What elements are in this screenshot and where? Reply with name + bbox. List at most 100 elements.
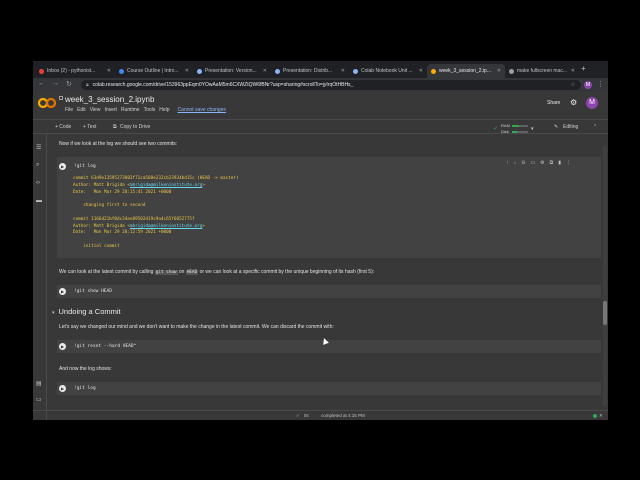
close-icon[interactable]: ✕ [419, 68, 423, 74]
menu-bar: File Edit View Insert Runtime Tools Help… [65, 107, 226, 113]
status-check-icon: ✓ [296, 413, 300, 418]
move-up-icon[interactable]: ↑ [506, 160, 509, 166]
site-icon [353, 68, 358, 74]
menu-tools[interactable]: Tools [144, 107, 156, 113]
menu-edit[interactable]: Edit [77, 107, 86, 113]
notebook-content: Now if we look at the log we should see … [47, 134, 608, 410]
site-icon [509, 68, 514, 74]
add-code-button[interactable]: + Code [55, 124, 71, 130]
url-field[interactable]: 🔒︎ colab.research.google.com/drive/15396… [81, 80, 581, 90]
close-icon[interactable]: ✕ [571, 68, 575, 74]
tab-presentation-distrib[interactable]: Presentation: Distrib... ✕ [271, 64, 349, 78]
copy-to-drive-button[interactable]: Copy to Drive [120, 124, 150, 130]
site-icon [275, 68, 280, 74]
connected-check-icon: ✓ [493, 126, 499, 132]
run-cell-icon[interactable]: ▶ [59, 288, 66, 295]
browser-menu-icon[interactable]: ⋮ [597, 80, 604, 88]
code-cell-git-reset[interactable]: ▶ !git reset --hard HEAD^ [57, 340, 601, 353]
editing-mode[interactable]: Editing [563, 124, 578, 130]
cell-code: !git log [74, 164, 96, 169]
address-bar-row: ← → ↻ 🔒︎ colab.research.google.com/drive… [33, 78, 608, 92]
drive-copy-icon: ⧉ [113, 124, 117, 130]
code-cell-git-show[interactable]: ▶ !git show HEAD [57, 285, 601, 298]
link-icon[interactable]: ⊝ [521, 160, 525, 166]
close-icon[interactable]: ✕ [185, 68, 189, 74]
text-cell-log-intro: Now if we look at the log we should see … [59, 141, 178, 147]
reload-icon[interactable]: ↻ [66, 80, 72, 88]
scrollbar[interactable] [603, 146, 607, 406]
left-rail: ☰ ⌕ ‹› ▬ ▤ ▭ [33, 134, 47, 420]
cell-code: !git reset --hard HEAD^ [74, 344, 137, 349]
tab-strip: Inbox (2) - pythonist... ✕ Course Outlin… [33, 61, 608, 78]
close-icon[interactable]: ✕ [107, 68, 111, 74]
notebook-title[interactable]: week_3_session_2.ipynb [65, 95, 154, 104]
chevron-up-icon[interactable]: ⌃ [593, 124, 597, 130]
cell-settings-icon[interactable]: ⚙ [540, 160, 544, 166]
terminal-icon[interactable]: ▤ [36, 380, 42, 387]
folder-icon[interactable]: ▬ [36, 198, 42, 204]
text-cell-undo-intro: Let's say we changed our mind and we don… [59, 324, 334, 330]
star-icon[interactable]: ☆ [571, 82, 575, 88]
share-button[interactable]: Share [547, 100, 560, 106]
collapse-caret-icon[interactable]: ▾ [52, 310, 55, 316]
delete-icon[interactable]: ▮ [558, 160, 561, 166]
run-cell-icon[interactable]: ▶ [59, 385, 66, 392]
close-icon[interactable]: ✕ [599, 413, 603, 419]
text-cell-git-show: We can look at the latest commit by call… [59, 269, 375, 275]
status-duration: 0s [304, 413, 309, 418]
disk-bar-fill [512, 130, 517, 133]
colab-icon [431, 68, 436, 74]
close-icon[interactable]: ✕ [341, 68, 345, 74]
ram-bar-fill [512, 124, 520, 127]
colab-header: week_3_session_2.ipynb File Edit View In… [33, 92, 608, 120]
tab-course-outline[interactable]: Course Outline | Intro... ✕ [115, 64, 193, 78]
avatar[interactable]: M [586, 97, 598, 109]
code-cell-git-log[interactable]: ▶ !git log ↑ ↓ ⊝ ▭ ⚙ ⧉ ▮ ⋮ commit 63d9e1… [57, 157, 601, 258]
add-text-button[interactable]: + Text [83, 124, 96, 130]
code-snippets-icon[interactable]: ‹› [36, 180, 40, 186]
gmail-icon [39, 68, 44, 74]
back-icon[interactable]: ← [38, 80, 45, 87]
tab-make-fullscreen[interactable]: make fullscreen mac... ✕ [505, 64, 579, 78]
mirror-cell-icon[interactable]: ⧉ [550, 160, 554, 166]
new-tab-icon[interactable]: + [581, 64, 586, 73]
text-cell-log-shows: And now the log shows: [59, 366, 112, 372]
more-icon[interactable]: ⋮ [566, 160, 571, 166]
run-cell-icon[interactable]: ▶ [59, 163, 66, 170]
forward-icon[interactable]: → [52, 80, 59, 87]
tab-week3-session2[interactable]: week_3_session_2.ip... ✕ [427, 64, 505, 78]
menu-insert[interactable]: Insert [104, 107, 117, 113]
tab-inbox[interactable]: Inbox (2) - pythonist... ✕ [35, 64, 115, 78]
menu-view[interactable]: View [90, 107, 101, 113]
close-icon[interactable]: ✕ [497, 68, 501, 74]
chevron-down-icon[interactable]: ▾ [531, 126, 534, 132]
colab-logo-icon[interactable] [38, 97, 56, 109]
code-cell-git-log-2[interactable]: ▶ !git log [57, 382, 601, 395]
comment-icon[interactable]: ▭ [530, 160, 535, 166]
lock-icon: 🔒︎ [86, 82, 89, 88]
close-icon[interactable]: ✕ [263, 68, 267, 74]
cell-output: commit 63d9e13595273803f71ca508e232cb239… [73, 176, 239, 249]
scrollbar-thumb[interactable] [603, 301, 607, 325]
search-icon[interactable]: ⌕ [36, 162, 39, 169]
site-icon [119, 68, 124, 74]
pencil-icon: ✎ [554, 124, 559, 130]
colab-toolbar: + Code + Text ⧉ Copy to Drive ✓ RAM Disk… [33, 121, 608, 134]
command-palette-icon[interactable]: ▭ [36, 396, 42, 403]
tab-presentation-version[interactable]: Presentation: Version... ✕ [193, 64, 271, 78]
ram-bar [512, 124, 529, 127]
move-down-icon[interactable]: ↓ [514, 160, 517, 166]
menu-runtime[interactable]: Runtime [121, 107, 140, 113]
status-bar: ✓ 0s completed at 4:15 PM ✕ [33, 410, 608, 420]
gear-icon[interactable]: ⚙ [570, 98, 577, 107]
toc-icon[interactable]: ☰ [36, 144, 41, 151]
browser-profile-avatar[interactable]: M [584, 81, 592, 89]
tab-colab-unit[interactable]: Colab Notebook Unit ... ✕ [349, 64, 427, 78]
menu-file[interactable]: File [65, 107, 73, 113]
cannot-save-link[interactable]: Cannot save changes [178, 107, 226, 113]
run-cell-icon[interactable]: ▶ [59, 343, 66, 350]
ram-disk-indicator[interactable]: ✓ RAM Disk ▾ [493, 123, 534, 134]
section-heading[interactable]: ▾ Undoing a Commit [52, 307, 121, 316]
connection-status-dot [593, 414, 597, 418]
menu-help[interactable]: Help [159, 107, 169, 113]
